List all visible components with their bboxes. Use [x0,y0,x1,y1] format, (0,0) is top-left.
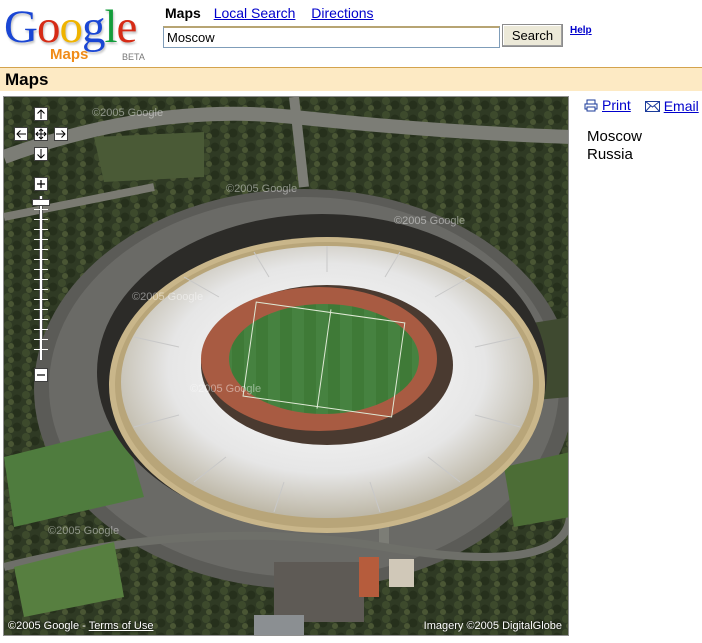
logo-maps-label: Maps [50,46,89,63]
zoom-slider-track[interactable] [39,196,43,360]
zoom-tick [34,229,48,230]
search-input[interactable] [163,26,500,48]
zoom-tick [34,309,48,310]
page-title: Maps [5,70,49,89]
help-link[interactable]: Help [570,25,592,36]
zoom-tick [34,269,48,270]
logo-beta-label: BETA [122,52,145,62]
print-link[interactable]: Print [584,97,631,113]
satellite-stadium-image [4,97,568,635]
zoom-tick [34,349,48,350]
zoom-in-icon[interactable] [34,177,48,191]
zoom-tick [34,319,48,320]
email-label: Email [663,98,699,114]
zoom-tick [34,329,48,330]
zoom-tick [34,239,48,240]
envelope-icon [644,100,660,112]
side-actions: Print Email [584,97,702,115]
pan-center-icon[interactable] [34,127,48,141]
zoom-tick [34,259,48,260]
zoom-tick [34,289,48,290]
map-viewport[interactable]: ©2005 Google ©2005 Google ©2005 Google ©… [3,96,569,636]
search-result-address: Moscow Russia [587,128,642,164]
email-link[interactable]: Email [644,98,699,114]
zoom-tick [34,299,48,300]
top-nav: Maps Local Search Directions [165,5,386,21]
zoom-tick [34,209,48,210]
pan-down-icon[interactable] [34,147,48,161]
search-button[interactable]: Search [502,24,563,47]
zoom-tick [34,249,48,250]
zoom-out-icon[interactable] [34,368,48,382]
pan-up-icon[interactable] [34,107,48,121]
logo-wordmark: Google [4,1,137,53]
zoom-slider-handle[interactable] [32,199,50,206]
nav-local-search-link[interactable]: Local Search [214,5,296,21]
printer-icon [584,99,598,111]
nav-directions-link[interactable]: Directions [311,5,373,21]
result-city: Moscow [587,128,643,145]
zoom-tick [34,339,48,340]
pan-left-icon[interactable] [14,127,28,141]
google-maps-logo[interactable]: Google Maps BETA [4,4,154,66]
imagery-credit: Imagery ©2005 DigitalGlobe [423,620,562,632]
zoom-tick [34,219,48,220]
terms-of-use-link[interactable]: Terms of Use [89,620,154,632]
pan-right-icon[interactable] [54,127,68,141]
section-title-bar: Maps [0,67,702,91]
map-copyright: ©2005 Google - Terms of Use [8,620,153,632]
zoom-tick [34,279,48,280]
nav-current-maps: Maps [165,5,201,21]
map-copyright-text: ©2005 Google - [8,620,89,632]
print-label: Print [602,97,631,113]
result-country: Russia [587,146,633,163]
